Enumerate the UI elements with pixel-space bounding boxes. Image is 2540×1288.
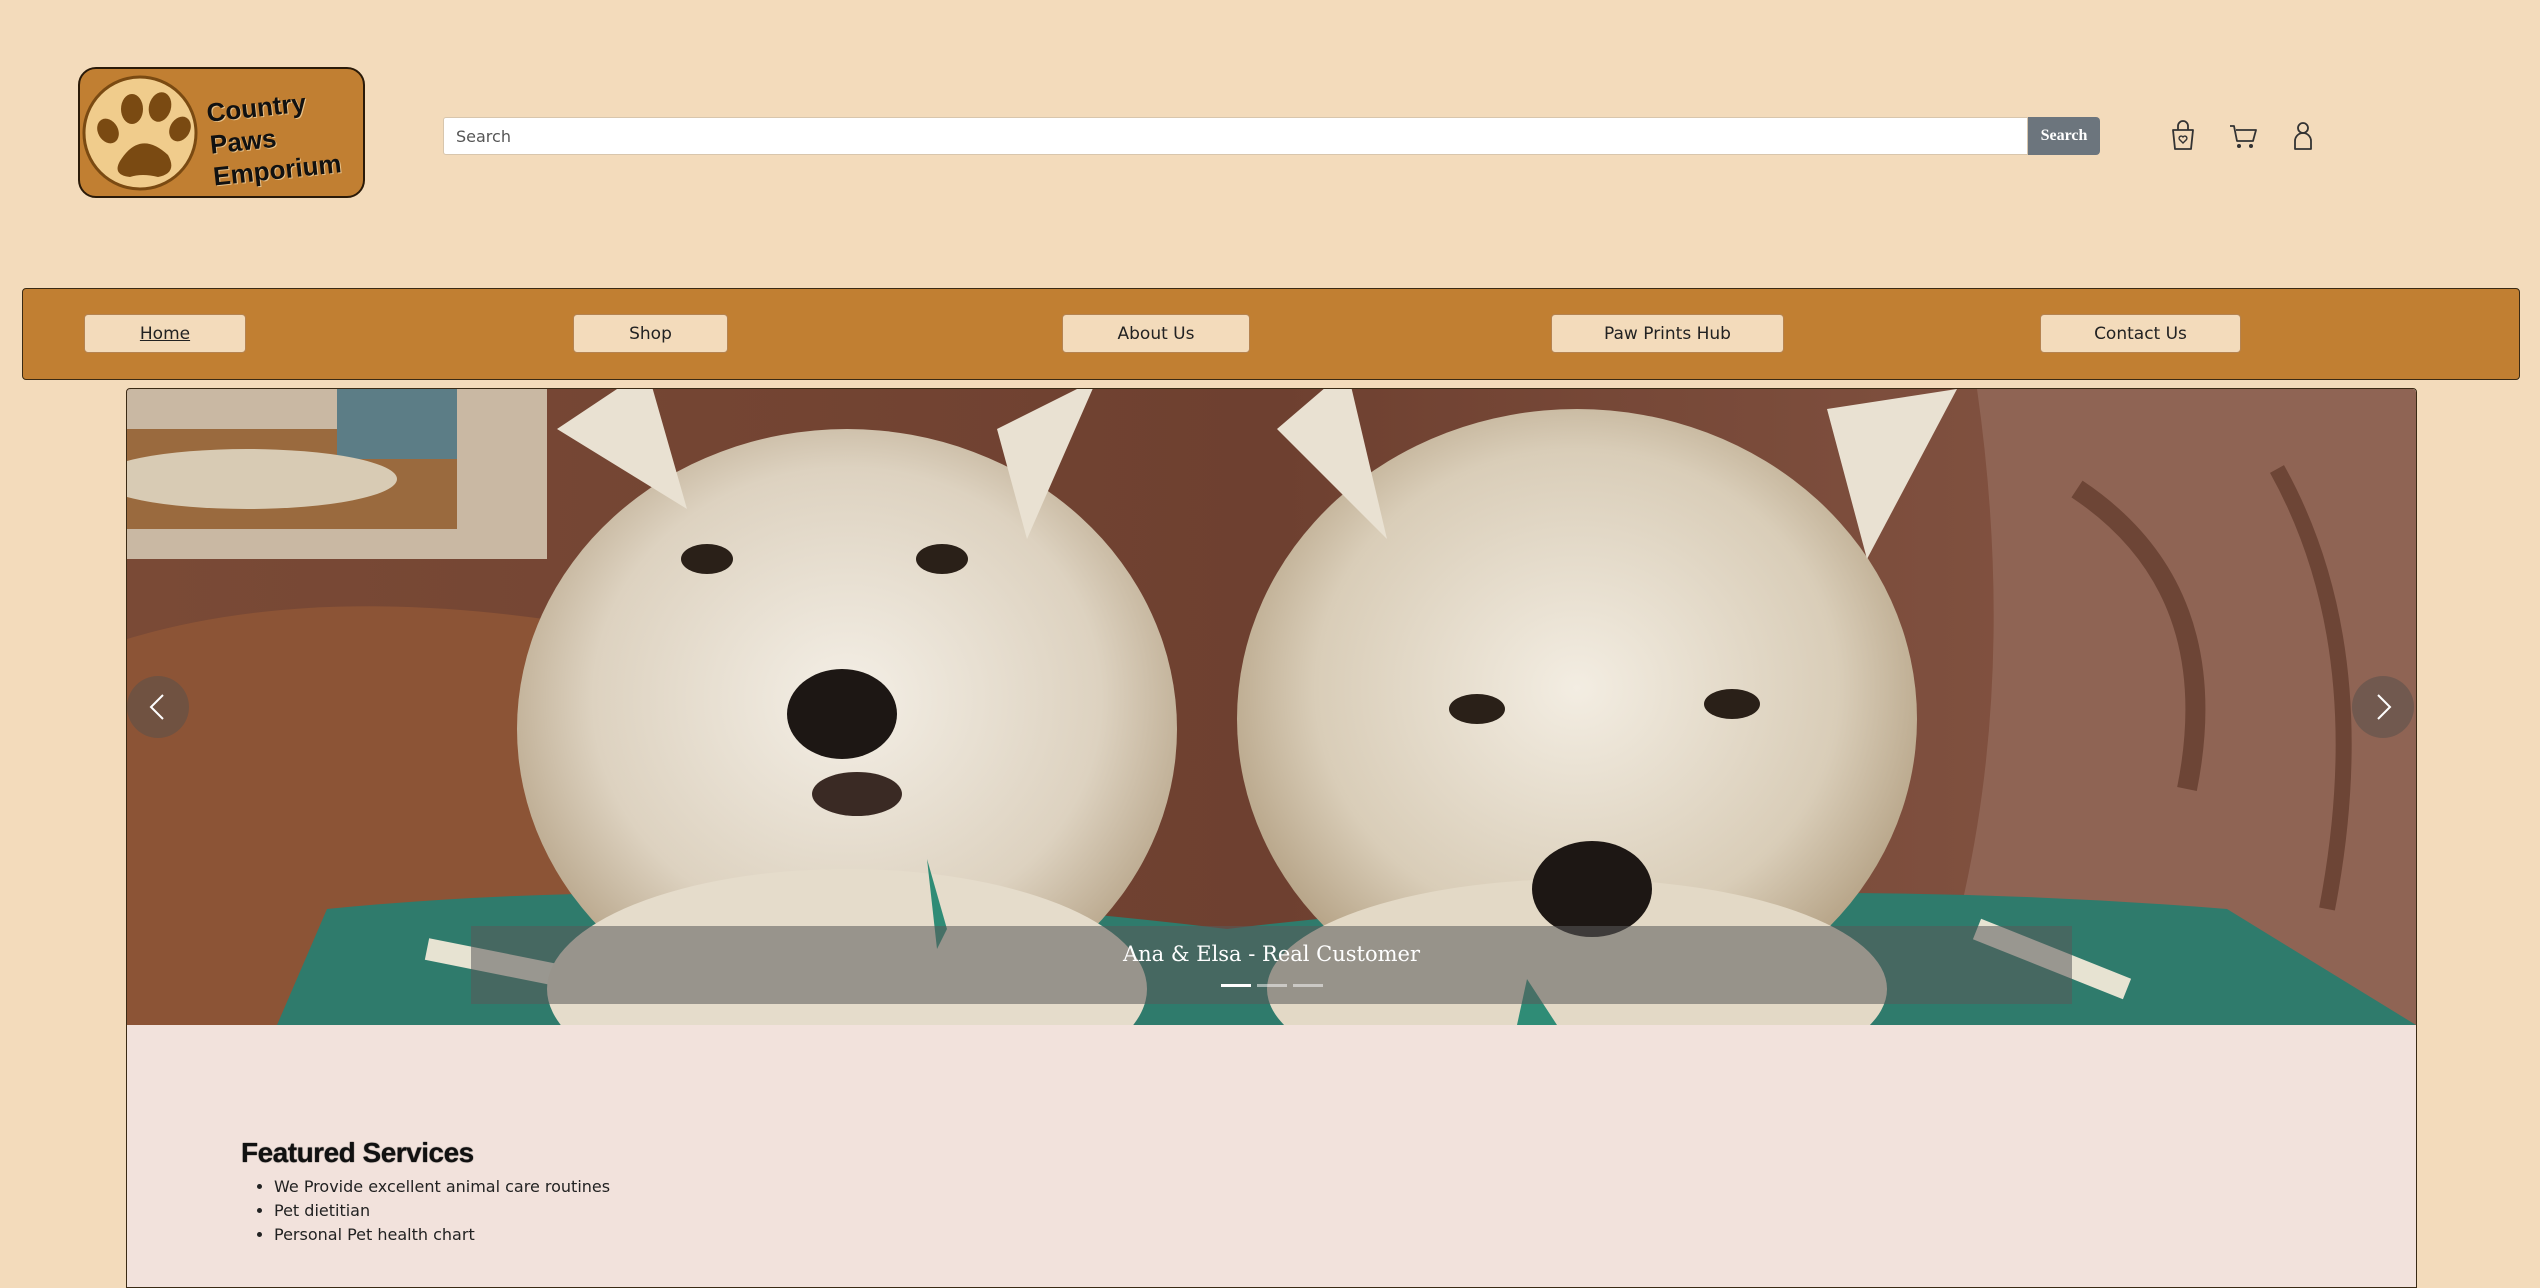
nav-item-home[interactable]: Home — [84, 314, 246, 353]
carousel-indicators — [471, 984, 2072, 987]
main-nav: Home Shop About Us Paw Prints Hub Contac… — [22, 288, 2520, 380]
logo[interactable]: Country Paws Emporium — [78, 67, 365, 198]
carousel-caption: Ana & Elsa - Real Customer — [471, 926, 2072, 1004]
nav-item-contact-us[interactable]: Contact Us — [2040, 314, 2241, 353]
featured-services-list: We Provide excellent animal care routine… — [241, 1175, 610, 1247]
search-input[interactable] — [443, 117, 2028, 155]
list-item: We Provide excellent animal care routine… — [274, 1175, 610, 1199]
carousel-indicator-1[interactable] — [1220, 984, 1251, 987]
list-item: Personal Pet health chart — [274, 1223, 610, 1247]
featured-services: Featured Services We Provide excellent a… — [241, 1137, 610, 1247]
carousel-caption-text: Ana & Elsa - Real Customer — [1122, 942, 1421, 966]
nav-item-about-us[interactable]: About Us — [1062, 314, 1250, 353]
featured-services-title: Featured Services — [241, 1137, 474, 1168]
carousel-next-button[interactable] — [2352, 676, 2414, 738]
main-content: Ana & Elsa - Real Customer Featured Serv… — [126, 388, 2417, 1288]
nav-item-paw-prints-hub[interactable]: Paw Prints Hub — [1551, 314, 1784, 353]
list-item: Pet dietitian — [274, 1199, 610, 1223]
hero-carousel: Ana & Elsa - Real Customer — [127, 389, 2416, 1025]
carousel-prev-button[interactable] — [127, 676, 189, 738]
chevron-left-icon — [149, 694, 164, 720]
logo-text: Country Paws Emporium — [205, 79, 363, 192]
chevron-right-icon — [2377, 694, 2392, 720]
user-icon[interactable] — [2288, 118, 2318, 152]
search-button[interactable]: Search — [2028, 117, 2100, 155]
search-bar: Search — [443, 117, 2100, 155]
carousel-indicator-3[interactable] — [1292, 984, 1323, 987]
cart-icon[interactable] — [2228, 118, 2258, 152]
nav-item-shop[interactable]: Shop — [573, 314, 728, 353]
shopping-bag-icon[interactable] — [2168, 118, 2198, 152]
carousel-indicator-2[interactable] — [1256, 984, 1287, 987]
